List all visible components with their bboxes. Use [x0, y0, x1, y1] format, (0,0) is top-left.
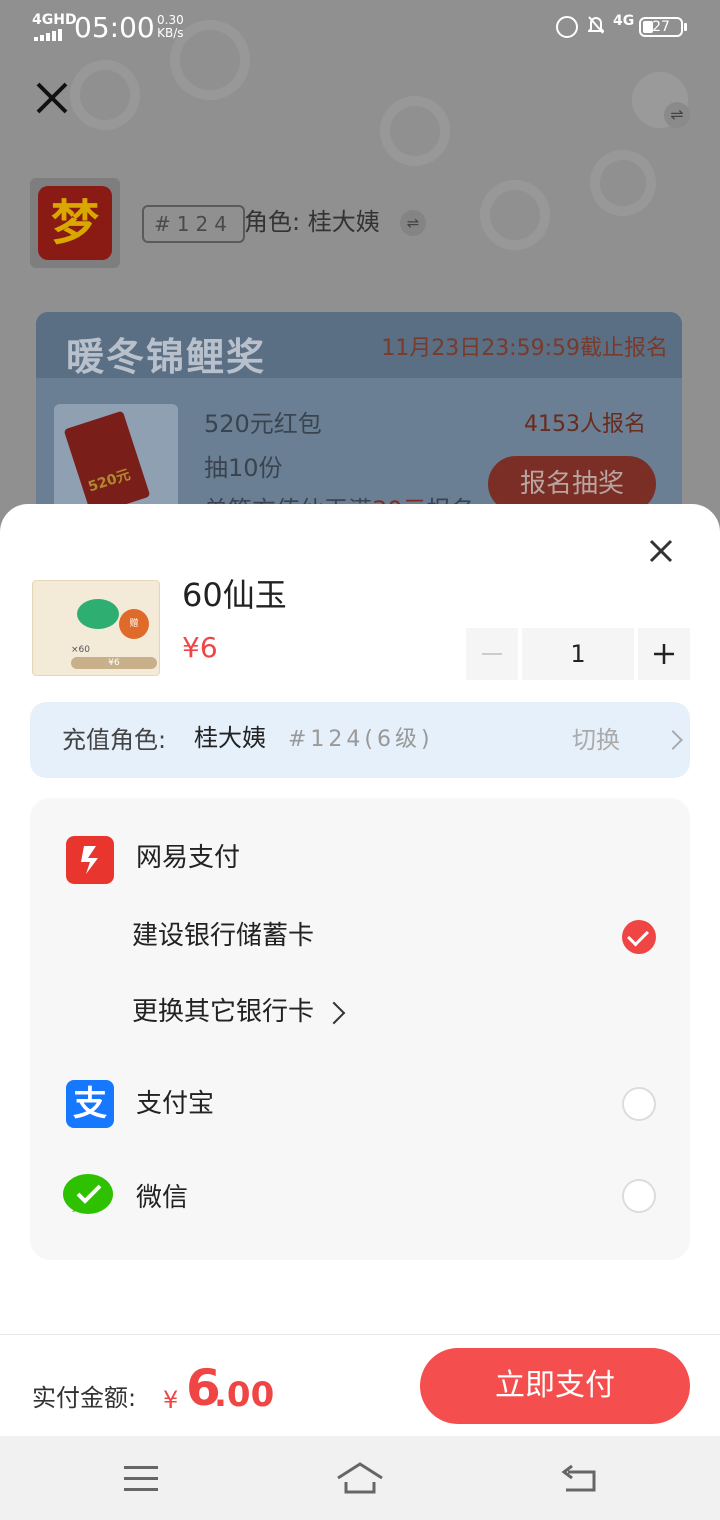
total-label: 实付金额:: [32, 1384, 137, 1412]
recharge-role-bar[interactable]: 充值角色: 桂大姨 #124(6级) 切换: [30, 702, 690, 778]
quantity-value[interactable]: 1: [522, 628, 634, 680]
signal-icon: [34, 29, 68, 41]
change-bank-card-label: 更换其它银行卡: [132, 997, 315, 1027]
game-logo-glyph: 梦: [38, 186, 112, 260]
wechat-radio[interactable]: [622, 1179, 656, 1213]
alipay-icon: 支: [66, 1080, 114, 1128]
promo-banner[interactable]: 暖冬锦鲤奖 11月23日23:59:59截止报名 520元 520元红包 抽10…: [36, 312, 682, 532]
speed-unit: KB/s: [157, 26, 184, 40]
status-bar: 4GHD 05:00 0.30 KB/s 4G 27: [0, 0, 720, 56]
product-name: 60仙玉: [182, 576, 287, 614]
alarm-icon: [556, 16, 578, 38]
server-tag: #124: [142, 205, 245, 243]
recharge-role-label: 充值角色:: [62, 726, 167, 754]
bank-card-label: 建设银行储蓄卡: [132, 921, 315, 951]
alipay-label: 支付宝: [136, 1089, 215, 1119]
role-name: 角色: 桂大姨: [244, 208, 380, 236]
product-price: ¥6: [182, 631, 218, 664]
decrease-button[interactable]: [466, 628, 518, 680]
battery-icon: 27: [639, 17, 687, 37]
wechat-label: 微信: [136, 1183, 189, 1213]
increase-button[interactable]: [638, 628, 690, 680]
red-envelope-icon: 520元: [63, 410, 151, 516]
battery-level: 27: [652, 19, 670, 35]
gift-badge: 赠: [119, 609, 149, 639]
total-amount-decimal: .00: [214, 1375, 275, 1415]
background-pattern-icon: [380, 96, 450, 166]
product-image: 赠 ×60 ¥6: [32, 580, 160, 676]
network-type-right: 4G: [613, 13, 635, 29]
pay-now-button[interactable]: 立即支付: [420, 1348, 690, 1424]
netease-pay-label: 网易支付: [136, 843, 241, 873]
close-sheet-icon[interactable]: [646, 536, 676, 566]
network-speed: 0.30 KB/s: [157, 14, 184, 40]
payment-methods: [30, 798, 690, 1260]
switch-role-icon[interactable]: ⇌: [400, 210, 426, 236]
switch-role-button[interactable]: 切换: [572, 724, 620, 756]
netease-pay-icon: [66, 836, 114, 884]
alipay-radio[interactable]: [622, 1087, 656, 1121]
plus-icon: [654, 644, 674, 664]
background-pattern-icon: [480, 180, 550, 250]
banner-prize: 520元红包: [204, 410, 322, 438]
product-image-price: ¥6: [71, 657, 157, 669]
account-avatar-button[interactable]: ⇌: [632, 72, 690, 128]
background-pattern-icon: [70, 60, 140, 130]
quantity-stepper: 1: [466, 628, 690, 680]
bell-muted-icon: [588, 16, 604, 34]
minus-icon: [482, 653, 502, 655]
signup-count: 4153人报名: [524, 412, 646, 437]
home-icon[interactable]: [334, 1460, 386, 1496]
bank-card-radio-checked[interactable]: [622, 920, 656, 954]
product-image-caption: ×60: [71, 645, 90, 655]
footer-divider: [0, 1334, 720, 1335]
clock: 05:00: [74, 11, 155, 44]
system-nav-bar: [0, 1436, 720, 1520]
background-pattern-icon: [590, 150, 656, 216]
banner-draw-count: 抽10份: [204, 454, 283, 482]
jade-icon: [77, 599, 119, 629]
menu-icon[interactable]: [124, 1466, 158, 1492]
chevron-right-icon: [663, 730, 683, 750]
recharge-role-server: #124(6级): [288, 727, 434, 752]
game-logo: 梦: [30, 178, 120, 268]
recharge-role-name: 桂大姨: [194, 724, 266, 752]
back-icon[interactable]: [560, 1464, 598, 1494]
banner-deadline: 11月23日23:59:59截止报名: [381, 336, 668, 361]
banner-title: 暖冬锦鲤奖: [66, 335, 267, 379]
wechat-pay-icon: [63, 1174, 113, 1214]
network-type: 4GHD: [32, 12, 77, 28]
total-currency: ¥: [163, 1386, 179, 1414]
close-page-icon[interactable]: [32, 78, 72, 118]
switch-account-icon: ⇌: [664, 102, 690, 128]
envelope-text: 520元: [86, 466, 133, 496]
